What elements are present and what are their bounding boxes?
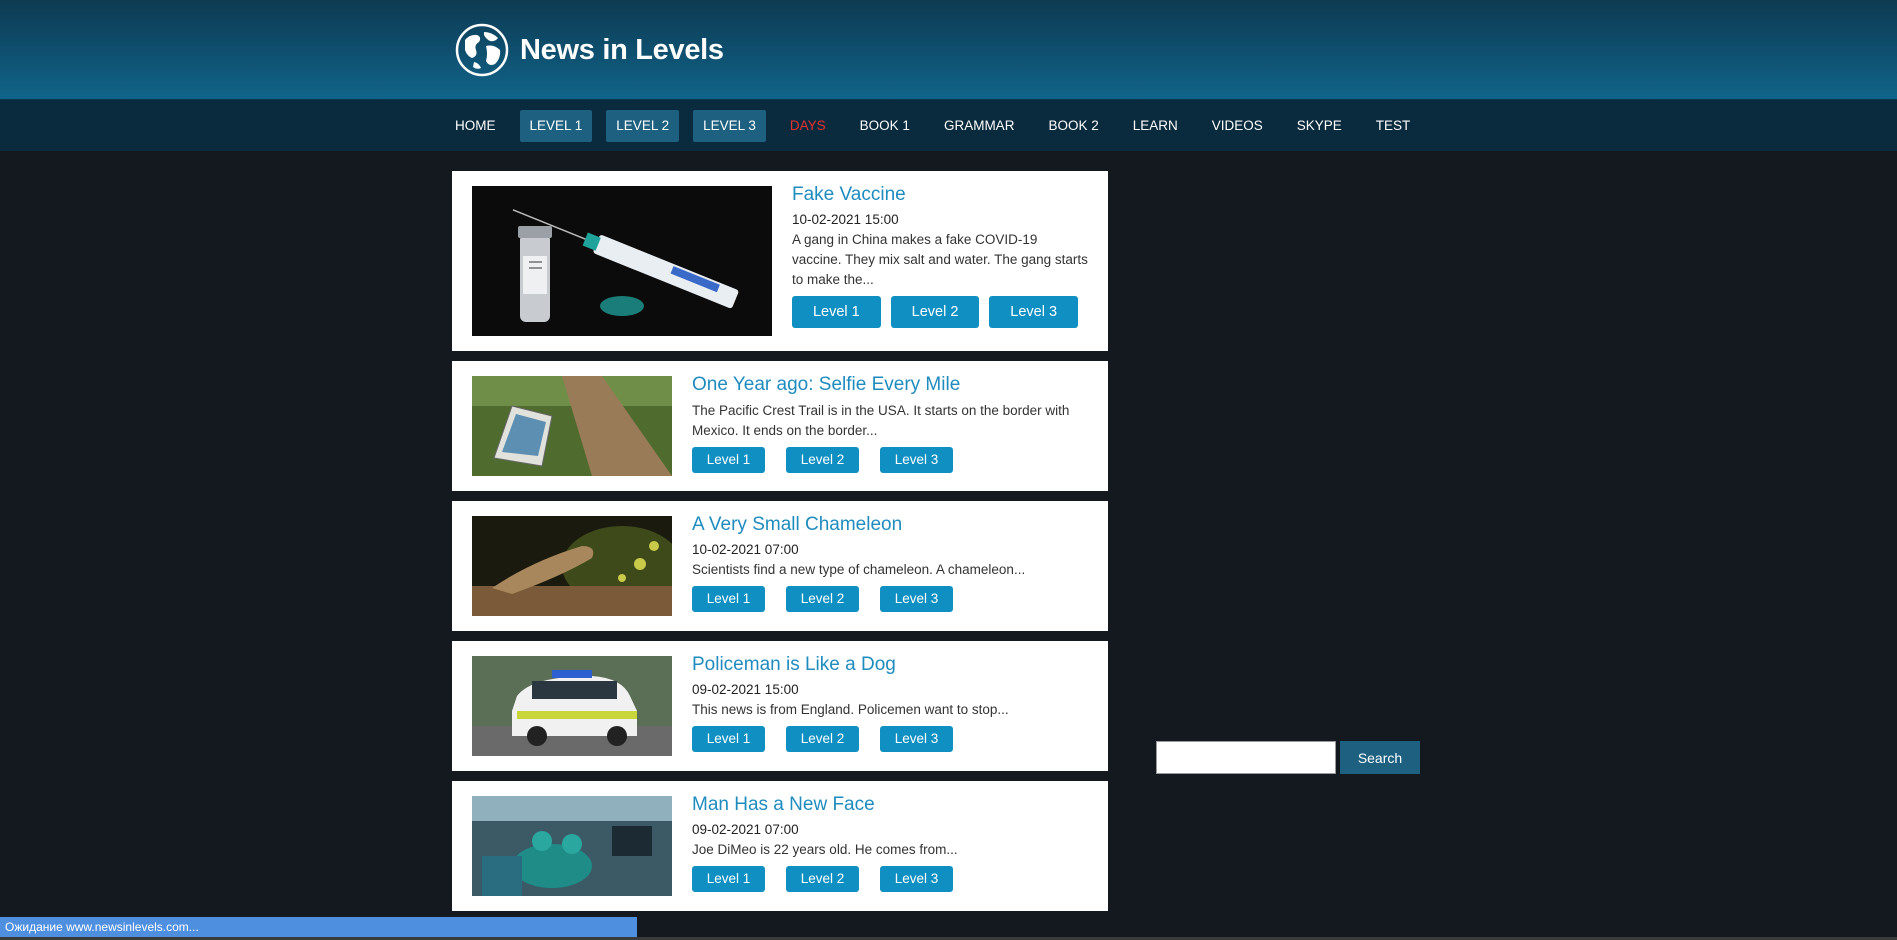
nav-item-home[interactable]: HOME: [445, 110, 506, 142]
article-excerpt: Joe DiMeo is 22 years old. He comes from…: [692, 842, 958, 857]
article-thumbnail[interactable]: [472, 376, 672, 476]
article-date: 09-02-2021 07:00: [692, 822, 799, 837]
nav-item-level-2[interactable]: LEVEL 2: [606, 110, 680, 142]
article-card: Policeman is Like a Dog 09-02-2021 15:00 T…: [452, 641, 1108, 771]
search-input[interactable]: [1156, 741, 1336, 774]
globe-icon: [455, 23, 509, 77]
level-3-button[interactable]: Level 3: [880, 726, 953, 752]
nav-item-book-2[interactable]: BOOK 2: [1038, 110, 1108, 142]
level-1-button[interactable]: Level 1: [692, 586, 765, 612]
level-1-button[interactable]: Level 1: [692, 866, 765, 892]
article-date: 09-02-2021 15:00: [692, 682, 799, 697]
article-excerpt: This news is from England. Policemen wan…: [692, 702, 1009, 717]
article-title[interactable]: A Very Small Chameleon: [692, 513, 1088, 537]
site-header: News in Levels: [0, 0, 1897, 99]
level-3-button[interactable]: Level 3: [880, 866, 953, 892]
article-card: A Very Small Chameleon 10-02-2021 07:00 Sc…: [452, 501, 1108, 631]
article-thumbnail[interactable]: [472, 516, 672, 616]
article-card: Fake Vaccine 10-02-2021 15:00 A gang in Ch…: [452, 171, 1108, 351]
article-card: Man Has a New Face 09-02-2021 07:00 Joe Di…: [452, 781, 1108, 911]
level-2-button[interactable]: Level 2: [786, 586, 859, 612]
article-excerpt: A gang in China makes a fake COVID-19 va…: [792, 232, 1088, 287]
article-thumbnail[interactable]: [472, 656, 672, 756]
article-feed: Fake Vaccine 10-02-2021 15:00 A gang in Ch…: [452, 171, 1108, 921]
level-1-button[interactable]: Level 1: [692, 447, 765, 473]
article-title[interactable]: Fake Vaccine: [792, 183, 1088, 207]
nav-item-level-3[interactable]: LEVEL 3: [693, 110, 766, 142]
site-logo[interactable]: News in Levels: [455, 23, 724, 77]
article-thumbnail[interactable]: [472, 796, 672, 896]
article-date: 10-02-2021 15:00: [792, 212, 899, 227]
level-3-button[interactable]: Level 3: [880, 586, 953, 612]
level-3-button[interactable]: Level 3: [989, 296, 1079, 328]
level-1-button[interactable]: Level 1: [792, 296, 881, 328]
article-excerpt: Scientists find a new type of chameleon.…: [692, 562, 1026, 577]
article-date: 10-02-2021 07:00: [692, 542, 799, 557]
search-button[interactable]: Search: [1340, 741, 1420, 774]
site-title: News in Levels: [520, 33, 724, 66]
article-title[interactable]: Man Has a New Face: [692, 793, 1088, 817]
level-2-button[interactable]: Level 2: [786, 866, 859, 892]
nav-item-test[interactable]: TEST: [1366, 110, 1421, 142]
nav-item-grammar[interactable]: GRAMMAR: [934, 110, 1025, 142]
search-form: Search: [1156, 741, 1420, 774]
nav-item-days[interactable]: DAYS: [780, 110, 836, 142]
nav-item-learn[interactable]: LEARN: [1123, 110, 1188, 142]
article-card: One Year ago: Selfie Every Mile The Pacif…: [452, 361, 1108, 491]
level-2-button[interactable]: Level 2: [786, 726, 859, 752]
article-title[interactable]: One Year ago: Selfie Every Mile: [692, 373, 1088, 397]
article-excerpt: The Pacific Crest Trail is in the USA. I…: [692, 403, 1070, 438]
browser-status-bar: Ожидание www.newsinlevels.com...: [0, 917, 637, 937]
article-title[interactable]: Policeman is Like a Dog: [692, 653, 1088, 677]
level-2-button[interactable]: Level 2: [786, 447, 859, 473]
article-thumbnail[interactable]: [472, 186, 772, 336]
main-nav: HOME LEVEL 1 LEVEL 2 LEVEL 3 DAYS BOOK 1 GRAMM…: [0, 99, 1897, 151]
nav-item-videos[interactable]: VIDEOS: [1202, 110, 1273, 142]
nav-item-book-1[interactable]: BOOK 1: [850, 110, 920, 142]
nav-item-level-1[interactable]: LEVEL 1: [519, 110, 593, 142]
level-1-button[interactable]: Level 1: [692, 726, 765, 752]
level-2-button[interactable]: Level 2: [890, 296, 980, 328]
nav-item-skype[interactable]: SKYPE: [1287, 110, 1352, 142]
level-3-button[interactable]: Level 3: [880, 447, 953, 473]
